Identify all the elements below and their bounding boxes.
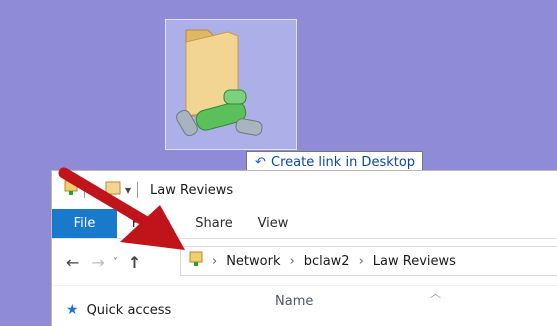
network-location-icon xyxy=(189,251,203,271)
network-folder-icon xyxy=(176,29,263,137)
chevron-right-icon[interactable]: › xyxy=(289,254,294,269)
drag-tooltip-text: Create link in Desktop xyxy=(271,154,416,170)
quick-access-toolbar: ▾ xyxy=(64,180,144,200)
qat-separator xyxy=(84,182,85,198)
new-folder-icon[interactable] xyxy=(105,180,121,200)
recent-locations-button[interactable]: ˅ xyxy=(113,257,118,268)
up-button[interactable]: ↑ xyxy=(128,253,141,272)
back-button[interactable]: ← xyxy=(66,253,79,272)
breadcrumb-bclaw2[interactable]: bclaw2 xyxy=(304,254,350,269)
address-bar[interactable]: › Network › bclaw2 › Law Reviews xyxy=(180,246,557,276)
tab-view[interactable]: View xyxy=(245,209,301,238)
breadcrumb-network[interactable]: Network xyxy=(226,254,280,269)
tab-file[interactable]: File xyxy=(52,209,117,238)
title-bar: ▾ Law Reviews xyxy=(52,171,557,209)
column-header-name[interactable]: Name xyxy=(275,294,313,309)
navigation-bar: ← → ˅ ↑ › Network › bclaw2 › Law Reviews xyxy=(52,239,557,286)
file-explorer-window: ▾ Law Reviews File Home Share View ← → ˅… xyxy=(51,170,557,326)
star-icon: ★ xyxy=(66,302,79,318)
tab-share[interactable]: Share xyxy=(183,209,245,238)
window-title: Law Reviews xyxy=(150,182,234,198)
link-arrow-icon: ↶ xyxy=(255,154,266,170)
ribbon-tabs: File Home Share View xyxy=(52,209,557,239)
chevron-right-icon[interactable]: › xyxy=(359,254,364,269)
sidebar-item-quick-access[interactable]: ★ Quick access xyxy=(66,302,171,318)
qat-dropdown-icon[interactable]: ▾ xyxy=(125,183,131,197)
chevron-right-icon[interactable]: › xyxy=(212,254,217,269)
qat-separator-2 xyxy=(137,182,139,198)
sort-caret-icon: ︿ xyxy=(430,287,441,300)
desktop-shortcut-icon[interactable] xyxy=(165,19,297,150)
tab-home[interactable]: Home xyxy=(119,209,183,238)
sidebar-item-label: Quick access xyxy=(86,302,172,318)
properties-icon[interactable] xyxy=(64,180,78,200)
breadcrumb-law-reviews[interactable]: Law Reviews xyxy=(373,254,456,269)
forward-button[interactable]: → xyxy=(91,253,104,272)
